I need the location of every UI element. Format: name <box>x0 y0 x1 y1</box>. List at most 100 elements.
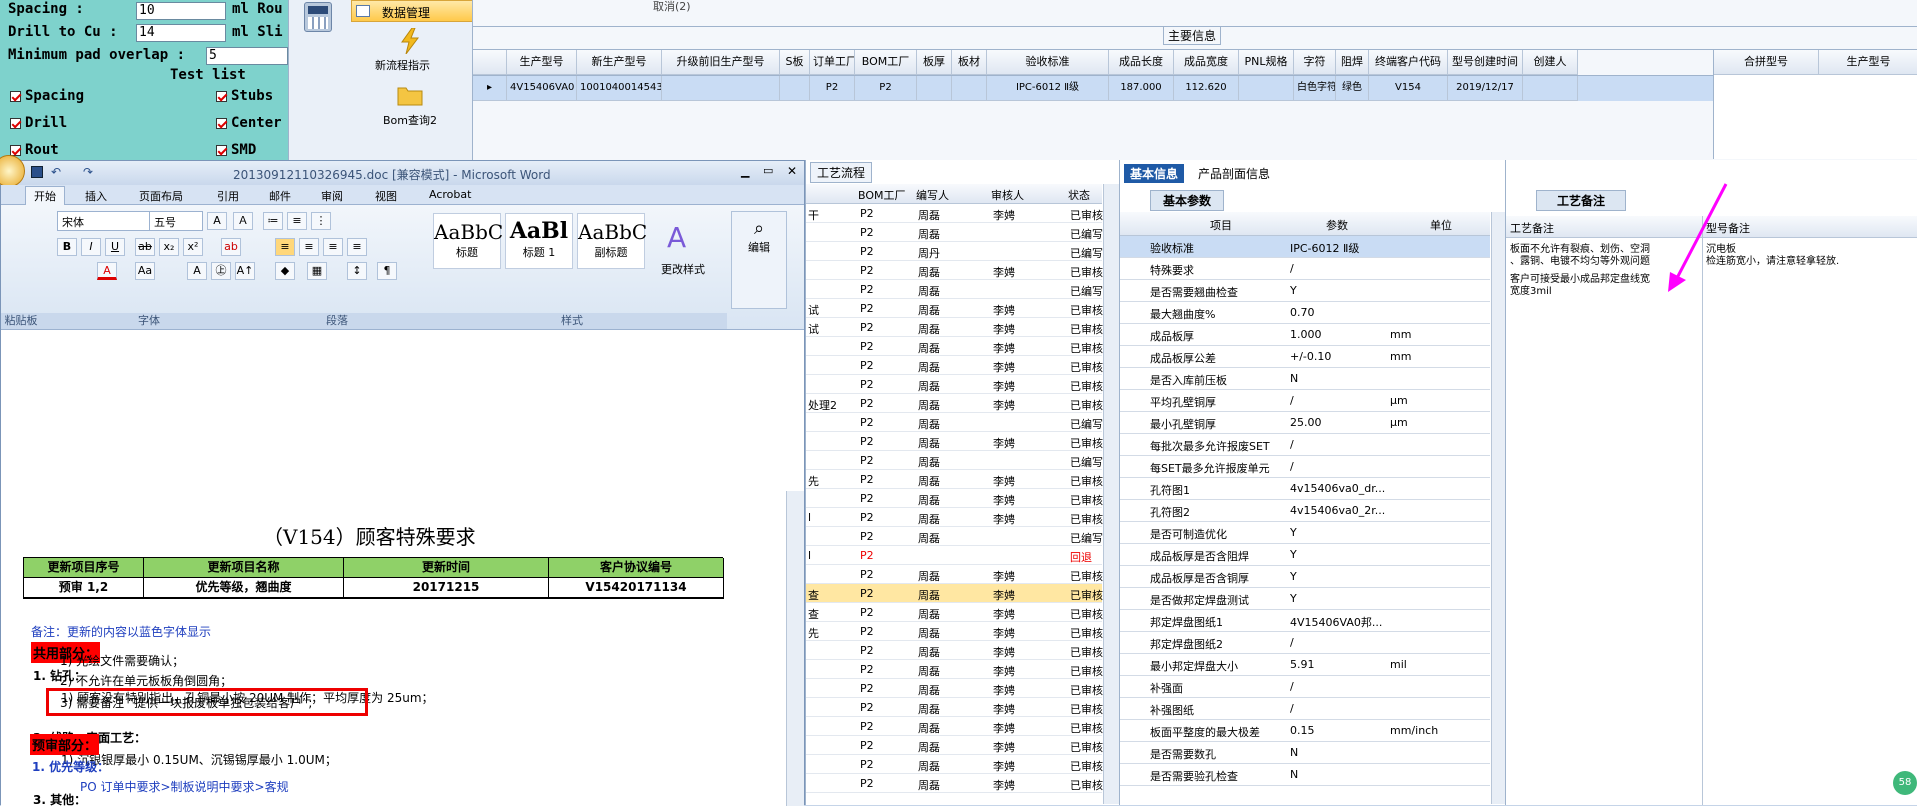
table-cell[interactable]: 2019/12/17 <box>1448 76 1523 101</box>
new-flow-button[interactable]: 新流程指示 <box>375 57 430 73</box>
tab-references[interactable]: 引用 <box>217 188 239 204</box>
office-button-icon[interactable] <box>0 155 25 187</box>
subscript-icon[interactable]: x₂ <box>159 238 179 256</box>
col-header[interactable]: 项目 <box>1210 217 1232 233</box>
col-header[interactable]: 升级前旧生产型号 <box>662 50 780 75</box>
table-row[interactable]: 先 P2 周磊 李娉 已审核 <box>806 470 1103 489</box>
calculator-icon[interactable] <box>304 2 332 32</box>
change-style-button[interactable]: 更改样式 <box>661 261 705 277</box>
table-row[interactable]: P2 周磊 已编写 <box>806 280 1103 299</box>
table-cell[interactable]: / <box>1290 438 1294 451</box>
table-cell[interactable]: IPC-6012 Ⅱ级 <box>1290 240 1359 256</box>
table-row[interactable]: 处理2 P2 周磊 李娉 已审核 <box>806 394 1103 413</box>
font-grow2-icon[interactable]: A↑ <box>235 262 255 280</box>
tab-process[interactable]: 工艺流程 <box>810 162 873 183</box>
table-row[interactable]: ▸ 4V15406VA0 10010400145435 P2 P2 IPC-60… <box>473 75 1713 101</box>
table-cell[interactable] <box>1523 76 1578 101</box>
tab-acrobat[interactable]: Acrobat <box>429 188 471 201</box>
style-subtitle[interactable]: AaBbC 副标题 <box>577 213 647 269</box>
col-header[interactable]: 生产型号 <box>1819 50 1917 75</box>
table-cell[interactable]: 4V15406VA0 <box>507 76 577 101</box>
close-icon[interactable]: ✕ <box>787 164 797 178</box>
table-cell[interactable]: V154 <box>1369 76 1448 101</box>
edit-button[interactable]: ⌕ 编辑 <box>731 211 787 309</box>
table-cell[interactable]: / <box>1290 702 1294 715</box>
col-header[interactable]: 字符 <box>1294 50 1336 75</box>
table-cell[interactable]: N <box>1290 768 1298 781</box>
table-cell[interactable]: 25.00 <box>1290 416 1322 429</box>
table-cell[interactable]: Y <box>1290 570 1297 583</box>
table-row[interactable]: 平均孔壁铜厚 / μm <box>1120 390 1490 412</box>
shading-icon[interactable]: ◆ <box>275 262 295 280</box>
table-row[interactable]: 验收标准 IPC-6012 Ⅱ级 <box>1120 236 1490 258</box>
table-row[interactable]: 最小邦定焊盘大小 5.91 mil <box>1120 654 1490 676</box>
align-center-icon[interactable]: ≡ <box>299 238 319 256</box>
table-row[interactable]: P2 周磊 李娉 已审核 <box>806 755 1103 774</box>
table-row[interactable]: 补强图纸 / <box>1120 698 1490 720</box>
table-row[interactable]: 是否入库前压板 N <box>1120 368 1490 390</box>
underline-icon[interactable]: U <box>105 238 125 256</box>
numbering-icon[interactable]: ≡ <box>287 212 307 230</box>
table-row[interactable]: 是否需要数孔 N <box>1120 742 1490 764</box>
show-marks-icon[interactable]: ¶ <box>377 262 397 280</box>
tab-profile-info[interactable]: 产品剖面信息 <box>1198 165 1270 182</box>
superscript-icon[interactable]: x² <box>183 238 203 256</box>
document-page[interactable]: （V154）顾客特殊要求 更新项目序号 更新项目名称 更新时间 客户协议编号 预… <box>1 491 786 806</box>
table-cell[interactable] <box>1239 76 1294 101</box>
tab-mailings[interactable]: 邮件 <box>269 188 291 204</box>
table-cell[interactable]: / <box>1290 262 1294 275</box>
table-row[interactable]: P2 周磊 李娉 已审核 <box>806 717 1103 736</box>
min-pad-input[interactable]: 5 <box>206 47 288 65</box>
table-cell[interactable]: 绿色 <box>1336 76 1369 101</box>
undo-icon[interactable]: ↶ <box>51 165 61 179</box>
col-header[interactable]: 板材 <box>952 50 987 75</box>
col-header[interactable]: 参数 <box>1326 217 1348 233</box>
minimize-icon[interactable]: ▁ <box>741 165 749 178</box>
table-row[interactable]: 最大翘曲度% 0.70 <box>1120 302 1490 324</box>
col-header[interactable]: 板厚 <box>917 50 952 75</box>
table-row[interactable]: P2 周磊 李娉 已审核 <box>806 698 1103 717</box>
col-header[interactable]: 编写人 <box>916 187 949 203</box>
col-header[interactable]: 订单工厂 <box>810 50 855 75</box>
table-row[interactable]: P2 周磊 李娉 已审核 <box>806 565 1103 584</box>
highlight-icon[interactable]: ab <box>221 238 241 256</box>
table-row[interactable]: 是否做邦定焊盘测试 Y <box>1120 588 1490 610</box>
check-rout[interactable]: Rout <box>10 142 59 158</box>
check-spacing[interactable]: Spacing <box>10 88 84 104</box>
table-cell[interactable]: / <box>1290 460 1294 473</box>
tab-basic-params[interactable]: 基本参数 <box>1150 190 1225 211</box>
table-row[interactable]: l P2 周磊 李娉 已审核 <box>806 508 1103 527</box>
table-cell[interactable]: 0.70 <box>1290 306 1315 319</box>
table-row[interactable]: 板面平整度的最大极差 0.15 mm/inch <box>1120 720 1490 742</box>
table-cell[interactable]: Y <box>1290 592 1297 605</box>
table-row[interactable]: 成品板厚是否含阻焊 Y <box>1120 544 1490 566</box>
table-row[interactable]: P2 周磊 李娉 已审核 <box>806 432 1103 451</box>
table-cell[interactable]: N <box>1290 372 1298 385</box>
table-row[interactable]: 每批次最多允许报废SET / <box>1120 434 1490 456</box>
col-header[interactable]: PNL规格 <box>1239 50 1294 75</box>
table-row[interactable]: P2 周磊 李娉 已审核 <box>806 774 1103 793</box>
col-header[interactable]: 合拼型号 <box>1714 50 1819 75</box>
col-header[interactable]: 验收标准 <box>987 50 1109 75</box>
table-row[interactable]: 邦定焊盘图纸1 4V15406VA0邦... <box>1120 610 1490 632</box>
basic-scrollbar[interactable] <box>1491 212 1505 804</box>
word-scrollbar[interactable] <box>786 491 804 806</box>
align-left-icon[interactable]: ≡ <box>275 238 295 256</box>
table-row[interactable]: P2 周磊 李娉 已审核 <box>806 375 1103 394</box>
redo-icon[interactable]: ↷ <box>83 165 93 179</box>
col-header[interactable]: 新生产型号 <box>577 50 662 75</box>
col-header[interactable]: S板 <box>780 50 810 75</box>
table-cell[interactable] <box>917 76 952 101</box>
folder-icon[interactable] <box>397 84 423 106</box>
tab-view[interactable]: 视图 <box>375 188 397 204</box>
italic-icon[interactable]: I <box>81 238 101 256</box>
process-scrollbar[interactable] <box>1103 184 1119 804</box>
table-cell[interactable]: / <box>1290 636 1294 649</box>
table-cell[interactable] <box>780 76 810 101</box>
cancel-text[interactable]: 取消(2) <box>653 0 691 14</box>
table-cell[interactable]: 1.000 <box>1290 328 1322 341</box>
maximize-icon[interactable]: ▭ <box>763 164 773 177</box>
font-grow-icon[interactable]: A <box>207 212 227 230</box>
font-size-select[interactable]: 五号 <box>149 211 203 231</box>
table-row[interactable]: 是否需要验孔检查 N <box>1120 764 1490 786</box>
